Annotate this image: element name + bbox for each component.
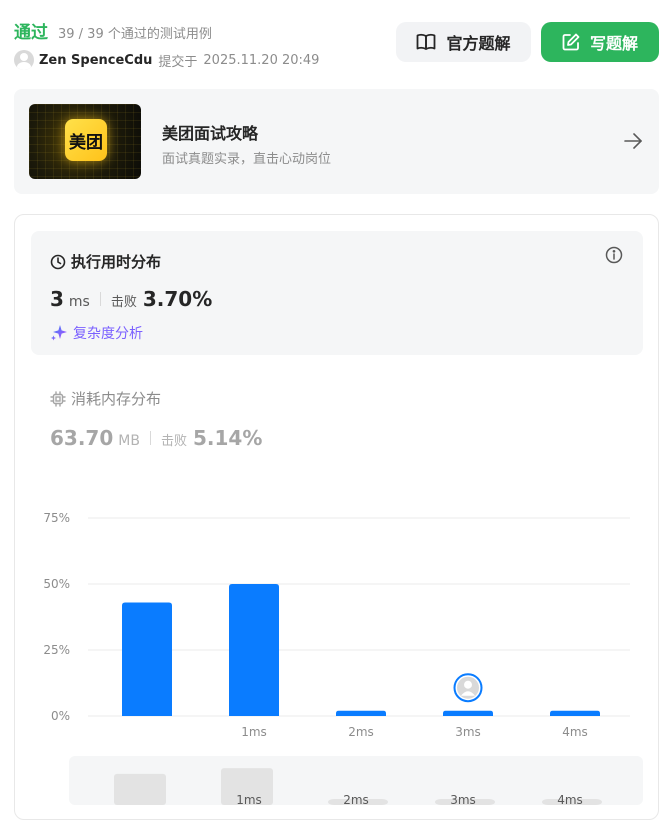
y-tick-label: 75%: [43, 511, 70, 525]
minimap-label: 3ms: [450, 793, 476, 807]
minimap-label: 1ms: [236, 793, 262, 807]
sparkle-icon: [51, 325, 67, 341]
ad-subtitle: 面试真题实录，直击心动岗位: [162, 152, 332, 167]
y-tick-label: 25%: [43, 643, 70, 657]
avatar[interactable]: [14, 50, 34, 70]
runtime-beats-value: 3.70%: [142, 287, 213, 311]
status-title: 通过: [14, 23, 48, 43]
write-solution-button[interactable]: 写题解: [541, 22, 659, 62]
x-tick-label: 3ms: [455, 725, 481, 739]
book-open-icon: [417, 33, 436, 50]
ad-title: 美团面试攻略: [162, 124, 259, 143]
memory-value: 63.70: [50, 426, 114, 450]
runtime-title: 执行用时分布: [50, 251, 161, 272]
metric-divider: [149, 431, 151, 445]
memory-beats-value: 5.14%: [192, 426, 263, 450]
bar[interactable]: [443, 710, 493, 716]
info-icon[interactable]: [605, 246, 623, 264]
minimap-label: 2ms: [343, 793, 369, 807]
complexity-analysis-label: 复杂度分析: [73, 326, 143, 342]
write-solution-label: 写题解: [589, 34, 638, 53]
edit-icon: [562, 33, 580, 51]
runtime-beats-label: 击败: [110, 295, 137, 310]
memory-metric: 63.70 MB 击败 5.14%: [50, 426, 262, 450]
memory-beats-label: 击败: [160, 434, 187, 449]
submit-time: 2025.11.20 20:49: [203, 52, 320, 68]
runtime-panel[interactable]: 执行用时分布 3 ms 击败 3.70% 复杂度分析: [31, 231, 643, 355]
runtime-metric: 3 ms 击败 3.70%: [50, 287, 212, 311]
official-solution-button[interactable]: 官方题解: [396, 22, 531, 62]
arrow-right-icon[interactable]: [623, 132, 643, 150]
bar[interactable]: [122, 602, 172, 716]
y-tick-label: 0%: [51, 709, 70, 723]
runtime-value: 3: [50, 287, 64, 311]
bar[interactable]: [229, 584, 279, 716]
submit-info: Zen SpenceCdu 提交于 2025.11.20 20:49: [14, 50, 319, 70]
memory-title[interactable]: 消耗内存分布: [50, 388, 161, 409]
metric-divider: [99, 292, 101, 306]
x-tick-label: 4ms: [562, 725, 588, 739]
clock-icon: [50, 254, 66, 269]
runtime-unit: ms: [68, 294, 90, 310]
runtime-distribution-chart[interactable]: 75% 50% 25% 0% 1ms 2ms 3ms 4ms 1ms 2ms 3ms 4ms: [15, 500, 658, 820]
submission-header: 通过 39 / 39 个通过的测试用例 Zen SpenceCdu 提交于 20…: [14, 18, 659, 78]
x-tick-label: 1ms: [241, 725, 267, 739]
status-row: 通过 39 / 39 个通过的测试用例: [14, 18, 212, 43]
y-tick-label: 50%: [43, 577, 70, 591]
username-link[interactable]: Zen SpenceCdu: [39, 53, 152, 68]
ad-image: 美团: [29, 104, 141, 179]
memory-title-text: 消耗内存分布: [71, 390, 162, 408]
case-count: 39 / 39 个通过的测试用例: [58, 27, 212, 42]
minimap-bar: [114, 773, 166, 805]
ad-banner[interactable]: 美团 美团面试攻略 面试真题实录，直击心动岗位: [14, 89, 659, 194]
memory-unit: MB: [118, 433, 140, 449]
x-tick-label: 2ms: [348, 725, 374, 739]
runtime-title-text: 执行用时分布: [71, 253, 162, 271]
submit-label: 提交于: [158, 54, 198, 70]
chip-icon: [50, 390, 66, 407]
minimap-label: 4ms: [557, 793, 583, 807]
complexity-analysis-link[interactable]: 复杂度分析: [50, 323, 143, 343]
bar[interactable]: [336, 710, 386, 716]
avatar-head: [464, 680, 472, 689]
bar[interactable]: [550, 710, 600, 716]
meituan-logo: 美团: [65, 119, 107, 161]
performance-card: 执行用时分布 3 ms 击败 3.70% 复杂度分析 消耗内存分布 63.70 …: [14, 214, 659, 820]
official-solution-label: 官方题解: [446, 34, 511, 53]
